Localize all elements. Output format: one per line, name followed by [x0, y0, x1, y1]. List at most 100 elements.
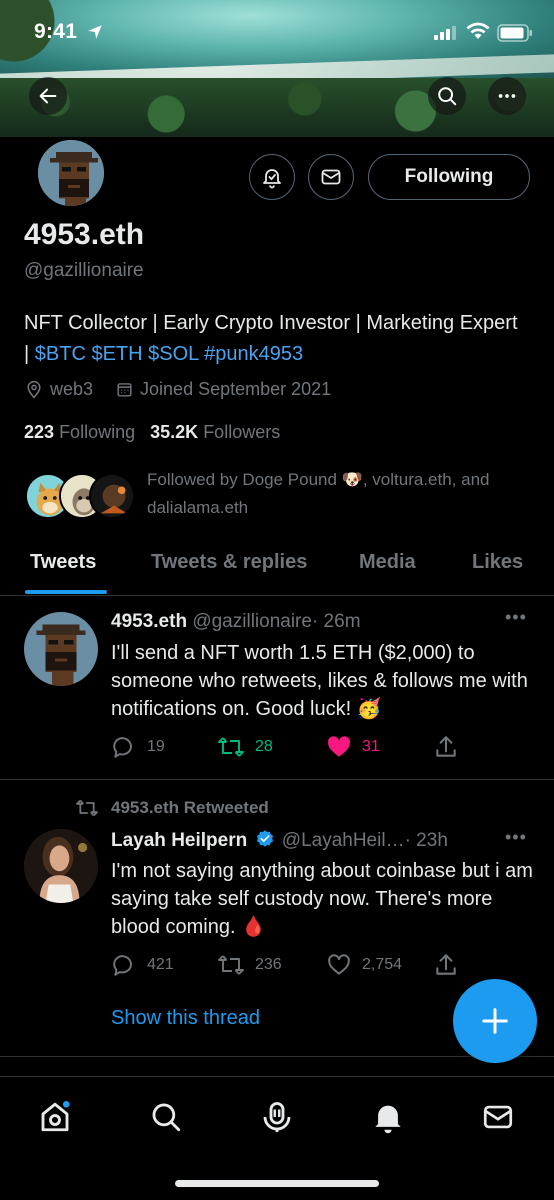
- search-icon: [152, 1103, 181, 1132]
- retweet-icon: [218, 955, 244, 975]
- spaces-microphone-icon: [263, 1102, 291, 1132]
- more-horizontal-icon: [498, 94, 516, 98]
- woman-avatar-image: [24, 829, 98, 903]
- reply-button[interactable]: 421: [111, 952, 174, 978]
- tweet-author-handle[interactable]: @gazillionaire: [192, 611, 312, 632]
- retweet-button[interactable]: 28: [217, 734, 273, 760]
- reply-icon: [113, 737, 132, 758]
- reply-button[interactable]: 19: [111, 734, 165, 760]
- bio-cashtag-sol[interactable]: $SOL: [148, 343, 198, 365]
- nav-notifications[interactable]: [368, 1097, 408, 1137]
- profile-name: 4953.eth: [24, 218, 145, 251]
- nav-spaces[interactable]: [257, 1097, 297, 1137]
- profile-bio: NFT Collector | Early Crypto Investor | …: [24, 308, 524, 370]
- bio-cashtag-btc[interactable]: $BTC: [35, 343, 86, 365]
- tab-media[interactable]: Media: [359, 551, 416, 574]
- tweet-text: I'll send a NFT worth 1.5 ETH ($2,000) t…: [111, 642, 528, 720]
- tweet-text: I'm not saying anything about coinbase b…: [111, 860, 533, 938]
- location-arrow-icon: [88, 25, 102, 39]
- profile-handle: @gazillionaire: [24, 260, 144, 281]
- dark-avatar-image: [91, 475, 133, 517]
- profile-tabs: Tweets Tweets & replies Media Likes: [0, 540, 554, 596]
- tweet-author-avatar[interactable]: [24, 612, 98, 686]
- punk-avatar-image: [38, 140, 104, 206]
- status-bar: 9:41: [0, 0, 554, 60]
- tweet-author-name[interactable]: Layah Heilpern: [111, 830, 247, 851]
- tweet-header: 4953.eth @gazillionaire· 26m: [111, 611, 361, 633]
- show-thread-link[interactable]: Show this thread: [111, 1007, 260, 1030]
- like-count: 31: [362, 738, 380, 755]
- nav-search[interactable]: [146, 1097, 186, 1137]
- reply-count: 421: [147, 956, 174, 973]
- notifications-bell-button[interactable]: [249, 154, 295, 200]
- heart-filled-icon: [328, 736, 351, 757]
- battery-icon: [497, 24, 532, 42]
- bio-cashtag-eth[interactable]: $ETH: [91, 343, 142, 365]
- like-button[interactable]: 2,754: [326, 952, 402, 978]
- nav-home[interactable]: [35, 1097, 75, 1137]
- following-button[interactable]: Following: [368, 154, 530, 200]
- retweet-count: 28: [255, 738, 273, 755]
- cellular-signal-icon: [434, 26, 456, 40]
- followed-by-text[interactable]: Followed by Doge Pound 🐶, voltura.eth, a…: [147, 466, 517, 522]
- bell-icon: [375, 1105, 401, 1134]
- like-button[interactable]: 31: [326, 734, 380, 760]
- heart-outline-icon: [328, 954, 350, 975]
- tweet-more-icon[interactable]: •••: [505, 607, 527, 628]
- follow-counts: 223 Following 35.2K Followers: [24, 422, 280, 443]
- profile-meta: web3 Joined September 2021: [24, 379, 337, 400]
- retweet-button[interactable]: 236: [217, 952, 282, 978]
- bio-hashtag-punk[interactable]: #punk4953: [204, 343, 303, 365]
- home-icon: [41, 1100, 70, 1132]
- bell-check-icon: [263, 169, 281, 189]
- search-button[interactable]: [428, 77, 466, 115]
- share-icon: [436, 736, 456, 757]
- tab-likes[interactable]: Likes: [472, 551, 523, 574]
- reply-icon: [113, 955, 132, 976]
- tweet-time: · 26m: [311, 611, 361, 632]
- tweet-header: Layah Heilpern @LayahHeil…· 23h: [111, 829, 448, 852]
- follower-avatar-dalialama[interactable]: [89, 473, 135, 519]
- status-time: 9:41: [34, 20, 78, 43]
- message-button[interactable]: [308, 154, 354, 200]
- profile-avatar[interactable]: [35, 137, 107, 209]
- reply-count: 19: [147, 738, 165, 755]
- nav-messages[interactable]: [478, 1097, 518, 1137]
- banner-trees: [0, 78, 554, 137]
- tweet-author-handle[interactable]: @LayahHeil…: [282, 830, 405, 851]
- wifi-icon: [466, 22, 490, 39]
- verified-badge-icon: [256, 830, 273, 847]
- tab-tweets-replies[interactable]: Tweets & replies: [151, 551, 307, 574]
- tweet-time: · 23h: [404, 830, 448, 851]
- active-tab-indicator: [25, 590, 107, 594]
- retweeted-by-label[interactable]: 4953.eth Retweeted: [111, 798, 269, 818]
- profile-joined: Joined September 2021: [140, 379, 332, 399]
- tweet-author-avatar[interactable]: [24, 829, 98, 903]
- home-indicator[interactable]: [175, 1180, 379, 1187]
- following-count-link[interactable]: 223 Following: [24, 422, 135, 442]
- more-options-button[interactable]: [488, 77, 526, 115]
- punk-avatar-image: [24, 612, 98, 686]
- share-icon: [436, 954, 456, 975]
- retweet-icon: [218, 737, 244, 757]
- retweet-indicator-icon: [75, 798, 99, 823]
- plus-icon: [482, 1008, 508, 1034]
- profile-location: web3: [50, 379, 94, 399]
- tweet-more-icon[interactable]: •••: [505, 827, 527, 848]
- share-button[interactable]: [433, 952, 469, 978]
- tab-tweets[interactable]: Tweets: [30, 551, 96, 574]
- retweet-count: 236: [255, 956, 282, 973]
- compose-tweet-button[interactable]: [453, 979, 537, 1063]
- search-icon: [438, 87, 457, 106]
- like-count: 2,754: [362, 956, 403, 973]
- share-button[interactable]: [433, 734, 469, 760]
- tweet-author-name[interactable]: 4953.eth: [111, 611, 187, 632]
- envelope-icon: [483, 1105, 513, 1129]
- location-pin-icon: [27, 380, 41, 399]
- back-button[interactable]: [29, 77, 67, 115]
- back-arrow-icon: [39, 88, 57, 104]
- calendar-icon: [117, 383, 132, 397]
- tweet-card[interactable]: 4953.eth @gazillionaire· 26m ••• I'll se…: [0, 597, 554, 780]
- followers-count-link[interactable]: 35.2K Followers: [150, 422, 280, 442]
- envelope-icon: [321, 169, 341, 185]
